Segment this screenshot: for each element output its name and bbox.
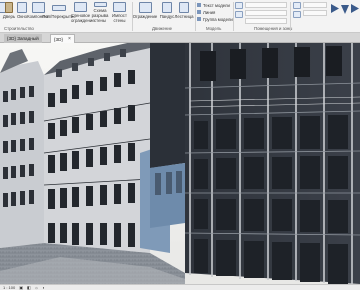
- detail-level-icon[interactable]: ▣: [19, 285, 23, 290]
- curtain-system-button-label: Стеновое ограждение: [71, 13, 95, 23]
- window-button[interactable]: Окно: [16, 1, 28, 23]
- railing-icon: [138, 2, 152, 13]
- group-separator: [195, 2, 196, 31]
- stair-button-label: Лестница: [174, 14, 194, 19]
- door-button[interactable]: Дверь: [3, 1, 15, 23]
- opening-property-field[interactable]: [303, 2, 327, 8]
- mullion-button[interactable]: Импост стены: [111, 1, 128, 23]
- model-line-icon: [197, 10, 201, 14]
- railing-button-label: Ограждение: [132, 14, 158, 19]
- model-text-label: Текст модели: [203, 2, 230, 8]
- opening-icon[interactable]: [293, 2, 301, 9]
- tag-property-field[interactable]: [245, 18, 287, 24]
- floor-button[interactable]: Пол/Перекрытие: [42, 1, 76, 23]
- window-button-label: Окно: [17, 14, 27, 19]
- shaft-icon[interactable]: [293, 11, 301, 18]
- group-separator: [233, 2, 234, 31]
- door-button-label: Дверь: [2, 14, 16, 19]
- group-label-model: Модель: [206, 26, 222, 31]
- shadows-icon[interactable]: ◐: [42, 285, 44, 290]
- 3d-viewport[interactable]: [0, 43, 360, 284]
- tab-3d-west-label: {3D} Западный: [7, 36, 39, 41]
- curtain-grid-button[interactable]: Схема разрыва стены: [90, 1, 110, 23]
- status-bar: 1 : 100 ▣ ◧ ☼ ◐: [0, 284, 360, 290]
- ribbon: Дверь Окно Компонент Пол/Перекрытие Стен…: [0, 0, 360, 33]
- view-tab-bar: {3D} Западный {3D} ×: [0, 33, 360, 43]
- group-label-build: Строительство: [4, 26, 34, 31]
- sun-path-icon[interactable]: ☼: [35, 285, 39, 290]
- group-label-rooms: Помещения и зоны: [254, 26, 293, 31]
- railing-button[interactable]: Ограждение: [132, 1, 158, 23]
- group-label-circulation: Движение: [152, 26, 173, 31]
- mullion-icon: [113, 2, 126, 12]
- tab-3d[interactable]: {3D} ×: [50, 34, 75, 43]
- level-arrow-icon[interactable]: [341, 5, 349, 14]
- model-line-label: Линия: [203, 9, 216, 15]
- view-scale[interactable]: 1 : 100: [3, 285, 15, 290]
- curtain-grid-button-label: Схема разрыва стены: [91, 8, 109, 23]
- model-text-tool[interactable]: Текст модели: [197, 2, 230, 8]
- area-icon[interactable]: [235, 11, 243, 18]
- door-icon: [5, 2, 13, 13]
- tab-3d-label: {3D}: [54, 36, 63, 42]
- room-icon[interactable]: [235, 2, 243, 9]
- mullion-button-label: Импост стены: [112, 13, 127, 23]
- model-group-icon: [197, 17, 201, 21]
- component-button[interactable]: Компонент: [27, 1, 49, 23]
- shaft-property-field[interactable]: [303, 10, 327, 16]
- room-property-field[interactable]: [245, 2, 287, 8]
- ramp-icon: [162, 2, 172, 13]
- ramp-button[interactable]: Пандус: [160, 1, 174, 23]
- datum-arrow-icon[interactable]: [331, 4, 339, 13]
- component-icon: [31, 2, 45, 13]
- curtain-system-button[interactable]: Стеновое ограждение: [71, 1, 95, 23]
- window-icon: [17, 2, 27, 13]
- ramp-button-label: Пандус: [159, 14, 175, 19]
- model-group-label: Группа модели: [203, 16, 233, 22]
- grid-arrow-icon[interactable]: [351, 4, 359, 13]
- stair-button[interactable]: Лестница: [174, 1, 194, 23]
- group-separator: [290, 2, 291, 31]
- floor-icon: [52, 5, 66, 11]
- building-model-render: [0, 43, 360, 284]
- model-group-tool[interactable]: Группа модели: [197, 16, 233, 22]
- revit-window: Дверь Окно Компонент Пол/Перекрытие Стен…: [0, 0, 360, 290]
- area-property-field[interactable]: [245, 10, 287, 16]
- visual-style-icon[interactable]: ◧: [27, 285, 31, 290]
- close-icon[interactable]: ×: [68, 36, 71, 42]
- model-text-icon: [197, 3, 201, 7]
- curtain-grid-icon: [93, 2, 107, 7]
- tab-3d-west[interactable]: {3D} Западный: [4, 34, 42, 43]
- curtain-system-icon: [73, 2, 87, 12]
- stair-icon: [179, 2, 189, 13]
- model-line-tool[interactable]: Линия: [197, 9, 215, 15]
